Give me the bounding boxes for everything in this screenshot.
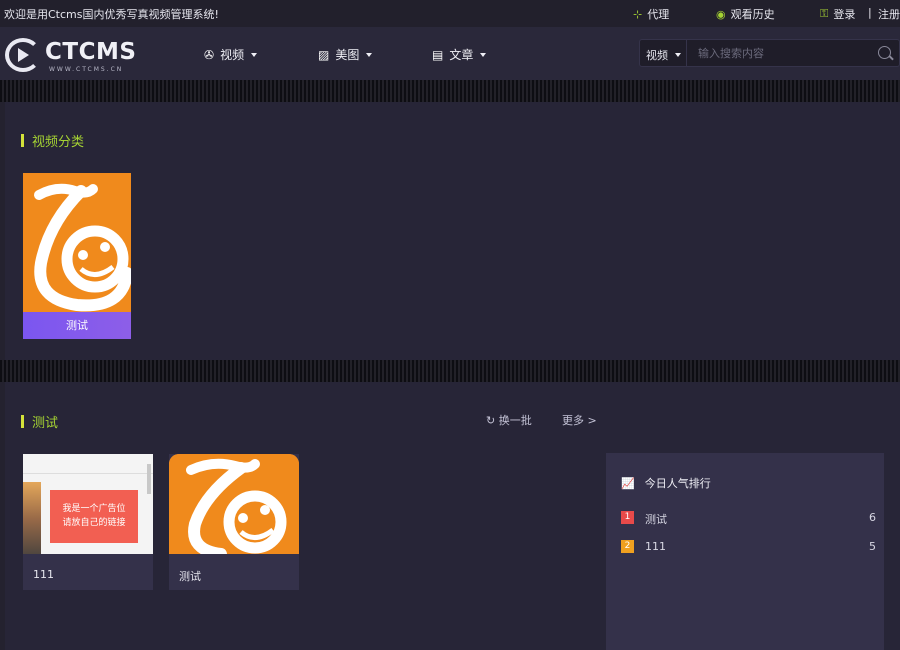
- popularity-ranking-panel: 📈 今日人气排行 1 测试 6 2 111 5: [606, 453, 884, 650]
- chevron-down-icon: [251, 52, 258, 57]
- nav-articles[interactable]: ▤ 文章: [432, 46, 487, 63]
- category-section-title: 视频分类: [21, 131, 84, 150]
- history-label: 观看历史: [730, 8, 775, 21]
- login-label: 登录: [833, 8, 856, 21]
- video-title: 测试: [179, 570, 201, 583]
- category-section: 视频分类 测试: [5, 102, 900, 360]
- key-icon: ⚿: [820, 7, 829, 20]
- logo-play-icon: [18, 48, 29, 62]
- image-icon: ▨: [318, 47, 330, 62]
- eye-icon: ◉: [716, 7, 726, 21]
- video-title: 111: [33, 568, 54, 581]
- welcome-text: 欢迎是用Ctcms国内优秀写真视频管理系统!: [4, 8, 219, 21]
- main-navbar: CTCMS WWW.CTCMS.CN ✇ 视频 ▨ 美图 ▤ 文章 视频: [0, 27, 900, 80]
- category-thumbnail: [23, 173, 131, 313]
- register-link[interactable]: 注册: [878, 6, 900, 22]
- ad-banner: 我是一个广告位 请放自己的链接: [50, 490, 138, 543]
- search-type-select[interactable]: 视频: [646, 47, 681, 63]
- org-chart-icon: ⊹: [633, 7, 643, 21]
- history-link[interactable]: ◉ 观看历史: [716, 6, 775, 22]
- nav-video[interactable]: ✇ 视频: [204, 46, 258, 63]
- video-card[interactable]: 我是一个广告位 请放自己的链接 111: [23, 454, 153, 590]
- nav-photos[interactable]: ▨ 美图: [318, 46, 373, 63]
- more-link[interactable]: 更多 >: [562, 412, 597, 428]
- document-icon: ▤: [432, 47, 444, 62]
- rank-count: 6: [869, 511, 876, 524]
- chevron-down-icon: [366, 52, 373, 57]
- test-section-title: 测试: [21, 412, 58, 431]
- thumb-scrollbar: [147, 464, 151, 494]
- video-thumbnail: [169, 454, 299, 554]
- rank-name: 111: [645, 540, 666, 553]
- logo-word: CTCMS: [45, 39, 137, 65]
- login-link[interactable]: ⚿ 登录: [820, 6, 855, 22]
- thumb-header-strip: [23, 454, 153, 474]
- agent-label: 代理: [647, 8, 670, 21]
- logo-sub: WWW.CTCMS.CN: [49, 66, 124, 73]
- nav-photos-label: 美图: [335, 48, 360, 62]
- ranking-header: 📈 今日人气排行: [621, 475, 711, 491]
- test-title-text: 测试: [32, 416, 59, 431]
- nav-articles-label: 文章: [449, 48, 474, 62]
- thumb-side-image: [23, 482, 41, 554]
- nav-video-label: 视频: [220, 48, 245, 62]
- search-box: 视频: [639, 39, 900, 67]
- category-title-text: 视频分类: [32, 135, 85, 150]
- video-thumbnail: 我是一个广告位 请放自己的链接: [23, 454, 153, 554]
- rank-badge: 1: [621, 511, 634, 524]
- rank-badge: 2: [621, 540, 634, 553]
- category-card-caption: 测试: [23, 312, 131, 339]
- decorative-stripe: [0, 360, 900, 382]
- rank-count: 5: [869, 540, 876, 553]
- film-reel-icon: ✇: [204, 47, 215, 62]
- refresh-batch-link[interactable]: ↻ 换一批: [486, 412, 532, 428]
- ad-line-1: 我是一个广告位: [62, 504, 126, 514]
- search-input[interactable]: [690, 43, 870, 63]
- mascot-logo-icon: [23, 173, 131, 313]
- search-separator: [686, 40, 687, 66]
- category-card[interactable]: 测试: [23, 173, 131, 339]
- ranking-title: 今日人气排行: [644, 477, 711, 490]
- ranking-item[interactable]: 1 测试 6: [621, 510, 876, 526]
- agent-link[interactable]: ⊹ 代理: [633, 6, 669, 22]
- site-logo[interactable]: CTCMS WWW.CTCMS.CN: [5, 37, 136, 73]
- video-card[interactable]: 测试: [169, 454, 299, 590]
- chevron-down-icon: [675, 53, 681, 57]
- ad-line-2: 请放自己的链接: [62, 518, 126, 528]
- chevron-down-icon: [480, 52, 487, 57]
- search-type-label: 视频: [646, 49, 668, 62]
- ranking-item[interactable]: 2 111 5: [621, 539, 876, 555]
- mascot-logo-icon: [169, 454, 299, 554]
- divider-text: |: [868, 6, 872, 19]
- refresh-icon: ↻: [486, 414, 496, 427]
- rank-name: 测试: [645, 513, 667, 526]
- title-accent-bar: [21, 134, 24, 147]
- refresh-label: 换一批: [498, 414, 532, 427]
- decorative-stripe: [0, 80, 900, 102]
- title-accent-bar: [21, 415, 24, 428]
- search-icon[interactable]: [878, 46, 891, 59]
- top-bar: 欢迎是用Ctcms国内优秀写真视频管理系统! ⊹ 代理 ◉ 观看历史 ⚿ 登录 …: [0, 0, 900, 27]
- trend-chart-icon: 📈: [621, 476, 635, 490]
